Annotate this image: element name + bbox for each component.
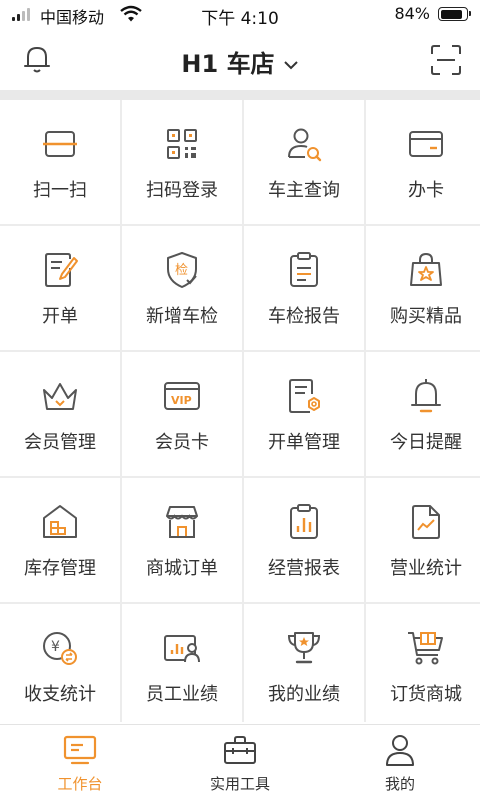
svg-text:VIP: VIP xyxy=(171,394,192,407)
grid-item-label: 扫一扫 xyxy=(33,180,87,201)
trophy-icon xyxy=(287,632,321,664)
grid-item-inventory[interactable]: 库存管理 xyxy=(0,478,120,602)
svg-text:检: 检 xyxy=(175,263,188,278)
grid-item-today-reminder[interactable]: 今日提醒 xyxy=(366,352,480,476)
report-chart-icon xyxy=(290,504,318,539)
qr-code-icon xyxy=(167,129,197,159)
grid-item-member-card[interactable]: VIP 会员卡 xyxy=(122,352,242,476)
trend-document-icon xyxy=(412,505,440,539)
tab-bar: 工作台 实用工具 我的 xyxy=(0,724,480,801)
monitor-icon xyxy=(63,735,97,765)
shield-check-icon: 检 xyxy=(167,252,197,288)
grid-item-inspection-report[interactable]: 车检报告 xyxy=(244,226,364,350)
header: H1 车店 xyxy=(0,30,480,90)
grid-item-label: 购买精品 xyxy=(390,306,462,327)
grid-item-label: 今日提醒 xyxy=(390,432,462,453)
battery-percent: 84% xyxy=(394,4,430,23)
chevron-down-icon xyxy=(283,61,298,70)
grid-item-issue-card[interactable]: 办卡 xyxy=(366,100,480,224)
grid-item-qr-login[interactable]: 扫码登录 xyxy=(122,100,242,224)
edit-document-icon xyxy=(45,253,78,287)
bell-icon xyxy=(411,379,441,413)
grid-item-label: 订货商城 xyxy=(390,684,462,705)
crown-icon xyxy=(43,383,77,410)
grid-item-member-management[interactable]: 会员管理 xyxy=(0,352,120,476)
shopping-bag-star-icon xyxy=(410,252,442,286)
document-settings-icon xyxy=(289,379,320,413)
grid-item-label: 会员卡 xyxy=(155,432,209,453)
grid-item-label: 开单管理 xyxy=(268,432,340,453)
vip-card-icon: VIP xyxy=(164,382,200,410)
grid-item-label: 员工业绩 xyxy=(146,684,218,705)
tab-label: 工作台 xyxy=(57,775,103,793)
user-search-icon xyxy=(288,128,322,162)
toolbox-icon xyxy=(224,736,256,764)
status-bar: 中国移动 下午 4:10 84% xyxy=(0,0,480,30)
grid-item-label: 车主查询 xyxy=(268,180,340,201)
grid-item-order-mall[interactable]: 订货商城 xyxy=(366,604,480,728)
grid-item-label: 办卡 xyxy=(408,180,444,201)
store-name: H1 车店 xyxy=(181,50,275,78)
grid-item-staff-performance[interactable]: 员工业绩 xyxy=(122,604,242,728)
header-divider xyxy=(0,90,480,100)
grid-item-my-performance[interactable]: 我的业绩 xyxy=(244,604,364,728)
grid-item-label: 会员管理 xyxy=(24,432,96,453)
tab-mine[interactable]: 我的 xyxy=(320,725,480,801)
card-icon xyxy=(409,131,443,157)
grid-item-business-report[interactable]: 经营报表 xyxy=(244,478,364,602)
grid-item-label: 车检报告 xyxy=(268,306,340,327)
grid-item-order-management[interactable]: 开单管理 xyxy=(244,352,364,476)
grid-item-mall-orders[interactable]: 商城订单 xyxy=(122,478,242,602)
tab-label: 实用工具 xyxy=(209,775,270,793)
grid-item-label: 新增车检 xyxy=(146,306,218,327)
function-grid: 扫一扫 扫码登录 车主查询 办卡 开单 检 新增车检 车检报告 购买精品 会员管… xyxy=(0,100,480,728)
tab-workbench[interactable]: 工作台 xyxy=(0,725,160,801)
store-icon xyxy=(166,506,198,538)
scan-icon xyxy=(43,131,77,157)
grid-item-scan[interactable]: 扫一扫 xyxy=(0,100,120,224)
grid-item-open-order[interactable]: 开单 xyxy=(0,226,120,350)
grid-item-label: 开单 xyxy=(42,306,78,327)
grid-item-new-inspection[interactable]: 检 新增车检 xyxy=(122,226,242,350)
staff-performance-icon xyxy=(164,635,200,663)
scan-icon[interactable] xyxy=(430,44,462,76)
grid-item-label: 库存管理 xyxy=(24,558,96,579)
grid-item-label: 收支统计 xyxy=(24,684,96,705)
grid-item-label: 我的业绩 xyxy=(268,684,340,705)
grid-item-label: 经营报表 xyxy=(268,558,340,579)
grid-item-owner-search[interactable]: 车主查询 xyxy=(244,100,364,224)
grid-item-label: 营业统计 xyxy=(390,558,462,579)
grid-item-business-stats[interactable]: 营业统计 xyxy=(366,478,480,602)
warehouse-icon xyxy=(43,505,77,538)
grid-item-buy-premium[interactable]: 购买精品 xyxy=(366,226,480,350)
store-selector[interactable]: H1 车店 xyxy=(0,44,480,79)
tab-label: 我的 xyxy=(384,775,415,793)
battery-icon xyxy=(438,7,471,21)
money-exchange-icon: ¥ xyxy=(43,632,77,665)
grid-item-label: 扫码登录 xyxy=(146,180,218,201)
grid-item-label: 商城订单 xyxy=(146,558,218,579)
svg-text:¥: ¥ xyxy=(51,639,60,655)
tab-tools[interactable]: 实用工具 xyxy=(160,725,320,801)
grid-item-income-expense[interactable]: ¥ 收支统计 xyxy=(0,604,120,728)
clipboard-report-icon xyxy=(290,252,318,287)
cart-icon xyxy=(408,632,443,665)
person-icon xyxy=(386,735,414,766)
